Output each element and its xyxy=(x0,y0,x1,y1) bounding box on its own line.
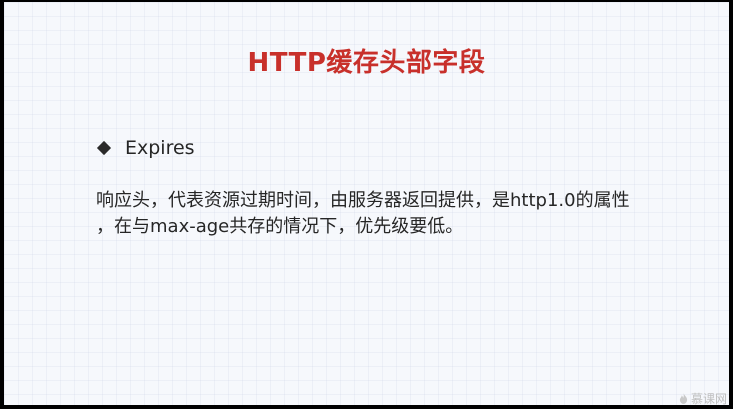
description-line: ，在与max-age共存的情况下，优先级要低。 xyxy=(96,216,464,237)
flame-icon xyxy=(679,393,688,404)
description: 响应头，代表资源过期时间，由服务器返回提供，是http1.0的属性 ，在与max… xyxy=(96,188,706,240)
watermark: 慕课网 xyxy=(679,390,727,407)
video-frame: HTTP缓存头部字段 Expires 响应头，代表资源过期时间，由服务器返回提供… xyxy=(0,0,733,409)
watermark-text: 慕课网 xyxy=(690,392,727,406)
diamond-bullet-icon xyxy=(96,140,112,156)
slide: HTTP缓存头部字段 Expires 响应头，代表资源过期时间，由服务器返回提供… xyxy=(4,2,729,405)
description-line: 响应头，代表资源过期时间，由服务器返回提供，是http1.0的属性 xyxy=(96,190,630,211)
bullet-item: Expires xyxy=(96,137,195,159)
slide-title: HTTP缓存头部字段 xyxy=(247,48,486,78)
bullet-label: Expires xyxy=(125,137,195,159)
